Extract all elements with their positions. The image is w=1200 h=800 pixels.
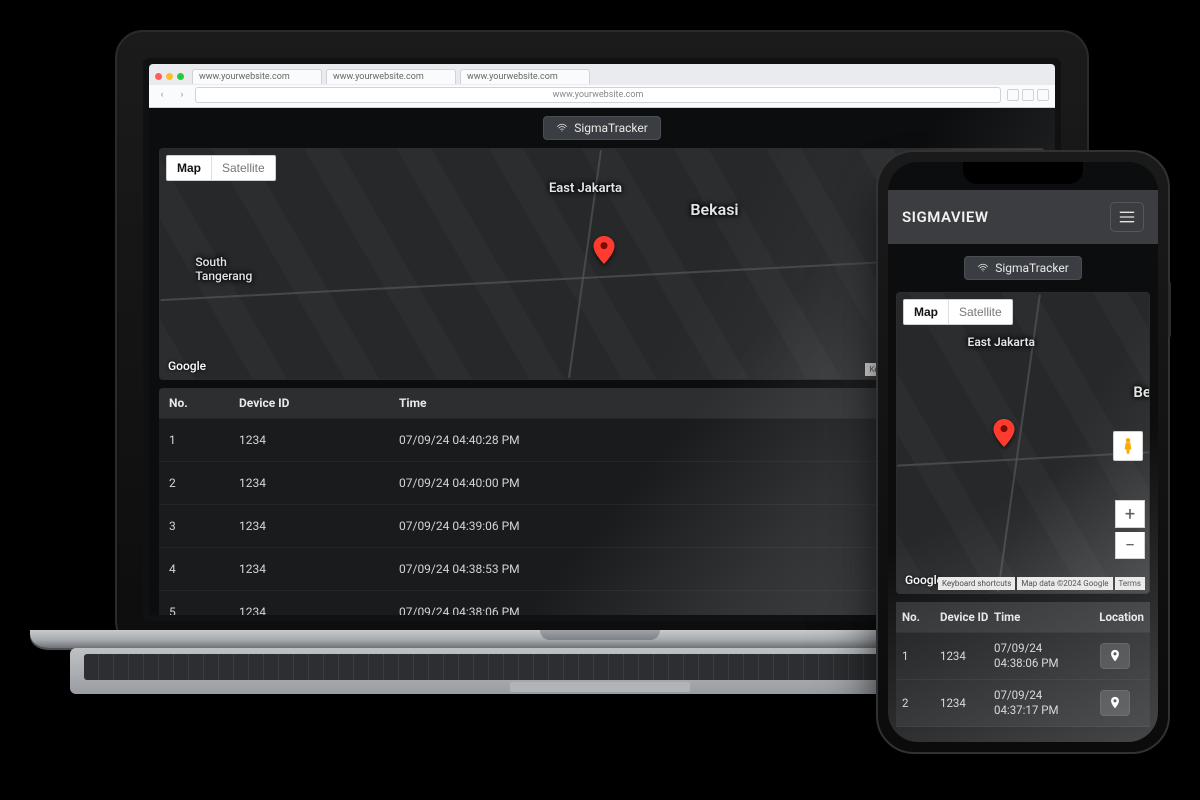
map-city-label: South Tangerang [195,255,252,283]
forward-icon[interactable]: › [175,88,189,102]
cell-no: 1 [169,433,239,447]
product-name: SigmaTracker [574,121,648,135]
map-city-label: East Jakarta [549,181,622,196]
browser-tab[interactable]: www.yourwebsite.com [460,69,590,84]
pegman-icon [1121,437,1135,455]
browser-tab[interactable]: www.yourwebsite.com [192,69,322,84]
cell-time: 07/09/24 04:38:06 PM [994,641,1082,671]
cell-no: 1 [902,649,936,663]
cell-device: 1234 [239,605,399,615]
map-pin-icon[interactable] [993,419,1015,447]
map-type-satellite-button[interactable]: Satellite [948,300,1012,324]
col-no: No. [169,396,239,410]
cell-device: 1234 [940,649,990,663]
cell-no: 3 [169,519,239,533]
map-city-label: Bekasi [690,200,738,219]
zoom-controls: + − [1115,500,1143,559]
col-no: No. [902,610,936,624]
phone-records-table: No. Device ID Time Location 1 1234 07/09… [896,602,1150,727]
zoom-in-button[interactable]: + [1115,500,1145,528]
cell-no: 2 [902,696,936,710]
minimize-window-icon[interactable] [166,73,173,80]
phone-app-title: SIGMAVIEW [902,208,989,226]
phone-app-header: SIGMAVIEW [888,190,1158,244]
trackpad-decor [510,682,690,692]
pin-icon [1109,649,1121,663]
browser-tab[interactable]: www.yourwebsite.com [326,69,456,84]
cell-no: 5 [169,605,239,615]
browser-tabstrip: www.yourwebsite.com www.yourwebsite.com … [149,64,1055,85]
cell-device: 1234 [239,562,399,576]
cell-device: 1234 [239,519,399,533]
wifi-icon [977,262,989,274]
cell-time: 07/09/24 04:40:00 PM [399,476,925,490]
map-type-map-button[interactable]: Map [167,156,211,180]
col-time: Time [994,610,1082,624]
window-controls [155,73,188,80]
map-city-label-cut: Be [1133,383,1150,401]
cell-no: 2 [169,476,239,490]
table-header-row: No. Device ID Time Location [896,602,1150,633]
phone-notch-decor [963,162,1083,184]
map-shortcuts-label[interactable]: Keyboard shortcuts [938,577,1015,590]
pin-icon [1109,696,1121,710]
cell-time: 07/09/24 04:40:28 PM [399,433,925,447]
browser-action-icon[interactable] [1037,89,1049,101]
col-location: Location [1086,610,1144,624]
product-badge[interactable]: SigmaTracker [964,256,1082,280]
tab-label: www.yourwebsite.com [467,72,558,82]
map-pin-icon[interactable] [593,236,615,264]
phone-mockup: SIGMAVIEW SigmaTracker [876,150,1170,754]
cell-time: 07/09/24 04:37:17 PM [994,688,1082,718]
map-attribution: Keyboard shortcuts Map data ©2024 Google… [938,577,1145,590]
table-row: 1 1234 07/09/24 04:38:06 PM [896,633,1150,680]
close-window-icon[interactable] [155,73,162,80]
col-device: Device ID [940,610,990,624]
cell-device: 1234 [940,696,990,710]
app-header: SigmaTracker [149,108,1055,148]
col-device: Device ID [239,396,399,410]
map-type-map-button[interactable]: Map [904,300,948,324]
phone-side-button-decor [1168,282,1171,337]
map-data-label: Map data ©2024 Google [1017,577,1112,590]
cell-device: 1234 [239,433,399,447]
tab-label: www.yourwebsite.com [199,72,290,82]
phone-screen: SIGMAVIEW SigmaTracker [888,162,1158,742]
col-time: Time [399,396,925,410]
menu-button[interactable] [1110,202,1144,232]
map-type-satellite-button[interactable]: Satellite [211,156,275,180]
product-badge[interactable]: SigmaTracker [543,116,661,140]
back-icon[interactable]: ‹ [155,88,169,102]
address-text: www.yourwebsite.com [553,90,644,100]
locate-button[interactable] [1100,690,1130,716]
maximize-window-icon[interactable] [177,73,184,80]
locate-button[interactable] [1100,643,1130,669]
phone-map-panel[interactable]: Map Satellite East Jakarta Be + [896,292,1150,594]
table-row: 2 1234 07/09/24 04:37:17 PM [896,680,1150,727]
product-name: SigmaTracker [995,261,1069,275]
map-city-label: East Jakarta [968,335,1035,349]
map-terms-label[interactable]: Terms [1115,577,1145,590]
google-logo: Google [168,359,206,373]
cell-time: 07/09/24 04:39:06 PM [399,519,925,533]
browser-action-icon[interactable] [1022,89,1034,101]
browser-toolbar: ‹ › www.yourwebsite.com [149,85,1055,108]
phone-app-content: SIGMAVIEW SigmaTracker [888,162,1158,742]
wifi-icon [556,122,568,134]
cell-time: 07/09/24 04:38:53 PM [399,562,925,576]
map-type-switch: Map Satellite [903,299,1013,325]
streetview-button[interactable] [1113,431,1143,461]
phone-product-header: SigmaTracker [888,244,1158,292]
address-bar[interactable]: www.yourwebsite.com [195,87,1001,103]
cell-device: 1234 [239,476,399,490]
cell-no: 4 [169,562,239,576]
zoom-out-button[interactable]: − [1115,532,1145,559]
hamburger-icon [1119,211,1135,223]
map-type-switch: Map Satellite [166,155,276,181]
cell-time: 07/09/24 04:38:06 PM [399,605,925,615]
tab-label: www.yourwebsite.com [333,72,424,82]
browser-action-icon[interactable] [1007,89,1019,101]
